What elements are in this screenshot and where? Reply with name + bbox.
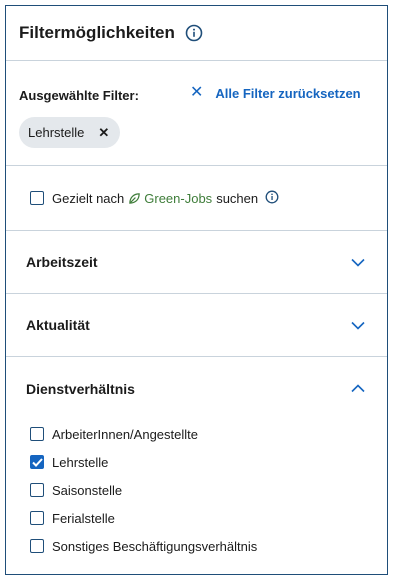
- option-lehrstelle[interactable]: Lehrstelle: [30, 448, 387, 476]
- option-label: Saisonstelle: [52, 482, 123, 498]
- selected-filters: Ausgewählte Filter: ✕ Alle Filter zurück…: [6, 61, 387, 166]
- option-label: Ferialstelle: [52, 510, 115, 526]
- green-jobs-row[interactable]: Gezielt nach Green-Jobs suchen: [6, 166, 387, 231]
- panel-header: Filtermöglichkeiten: [6, 6, 387, 61]
- option-saisonstelle[interactable]: Saisonstelle: [30, 476, 387, 504]
- panel-title: Filtermöglichkeiten: [19, 23, 175, 42]
- accordion-title: Dienstverhältnis: [26, 380, 135, 397]
- green-jobs-link-text: Green-Jobs: [144, 190, 213, 206]
- option-arbeiterinnen[interactable]: ArbeiterInnen/Angestellte: [30, 420, 387, 448]
- remove-chip-icon[interactable]: ✕: [98, 125, 109, 141]
- option-checkbox[interactable]: [30, 511, 44, 525]
- green-jobs-suffix: suchen: [216, 190, 259, 206]
- chevron-down-icon: [351, 258, 365, 267]
- chevron-up-icon: [351, 384, 365, 393]
- reset-filters-label: Alle Filter zurücksetzen: [215, 85, 361, 101]
- accordion-title: Arbeitszeit: [26, 254, 98, 270]
- option-ferialstelle[interactable]: Ferialstelle: [30, 504, 387, 532]
- green-jobs-prefix: Gezielt nach: [52, 190, 125, 206]
- option-checkbox[interactable]: [30, 483, 44, 497]
- accordion-arbeitszeit[interactable]: Arbeitszeit: [6, 231, 387, 294]
- info-icon[interactable]: [185, 24, 203, 42]
- dienstverhaeltnis-options: ArbeiterInnen/Angestellte Lehrstelle Sai…: [6, 420, 387, 560]
- close-icon: ✕: [190, 84, 204, 101]
- leaf-icon: [129, 192, 141, 204]
- chip-label: Lehrstelle: [28, 125, 85, 140]
- option-checkbox[interactable]: [30, 539, 44, 553]
- option-label: Lehrstelle: [52, 454, 109, 470]
- accordion-title: Aktualität: [26, 317, 90, 333]
- option-label: Sonstiges Beschäftigungsverhältnis: [52, 538, 258, 554]
- accordion-dienstverhaeltnis[interactable]: Dienstverhältnis: [6, 357, 387, 420]
- selected-filters-label: Ausgewählte Filter:: [19, 88, 139, 103]
- option-checkbox[interactable]: [30, 455, 44, 469]
- check-icon: [31, 457, 43, 467]
- info-icon[interactable]: [265, 190, 279, 207]
- reset-filters-link[interactable]: ✕ Alle Filter zurücksetzen: [190, 85, 361, 101]
- filter-chip[interactable]: Lehrstelle ✕: [19, 117, 121, 148]
- green-jobs-link[interactable]: Green-Jobs: [128, 191, 212, 206]
- chevron-down-icon: [351, 321, 365, 330]
- option-checkbox[interactable]: [30, 427, 44, 441]
- option-sonstiges[interactable]: Sonstiges Beschäftigungsverhältnis: [30, 532, 387, 560]
- accordion-aktualitaet[interactable]: Aktualität: [6, 294, 387, 357]
- option-label: ArbeiterInnen/Angestellte: [52, 426, 198, 442]
- filter-panel: Filtermöglichkeiten Ausgewählte Filter: …: [5, 5, 388, 575]
- green-jobs-checkbox[interactable]: [30, 191, 44, 205]
